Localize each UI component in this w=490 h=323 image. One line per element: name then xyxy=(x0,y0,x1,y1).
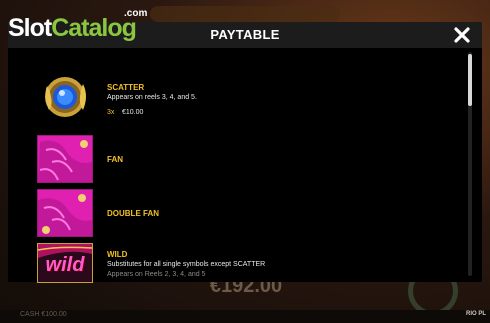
blue-gem-medallion-icon xyxy=(45,77,86,117)
scatter-pay-value: €10.00 xyxy=(122,109,144,116)
logo-text: SlotCatalog xyxy=(8,14,137,43)
scrollbar[interactable] xyxy=(468,52,472,276)
double-fan-name: DOUBLE FAN xyxy=(107,209,159,218)
wild-name: WILD xyxy=(107,250,128,259)
background-footer-cash: CASH €100.00 xyxy=(20,311,67,318)
close-button[interactable] xyxy=(452,25,472,45)
background-footer-game-name: RIO PL xyxy=(465,311,486,317)
background-balance-bar xyxy=(150,6,340,22)
wild-icon: wild xyxy=(37,243,93,283)
scatter-pay-multiplier: 3x xyxy=(107,109,115,116)
scatter-description: Appears on reels 3, 4, and 5. xyxy=(107,94,197,101)
close-icon xyxy=(454,27,470,43)
wild-description-reels: Appears on Reels 2, 3, 4, and 5 xyxy=(107,271,206,278)
fan-name: FAN xyxy=(107,155,123,164)
background-footer xyxy=(0,310,490,323)
logo-slot-text: Slot xyxy=(8,14,52,42)
wild-description: Substitutes for all single symbols excep… xyxy=(107,261,266,268)
wild-icon-text: wild xyxy=(45,254,85,276)
pink-double-fan-icon xyxy=(37,189,93,237)
logo-catalog-text: Catalog xyxy=(51,14,137,42)
paytable-modal: PAYTABLE SCATTER Appears on reels 3, 4, … xyxy=(8,22,482,283)
scatter-name: SCATTER xyxy=(107,83,145,92)
pink-fan-icon xyxy=(37,135,93,183)
scrollbar-thumb[interactable] xyxy=(468,54,472,106)
